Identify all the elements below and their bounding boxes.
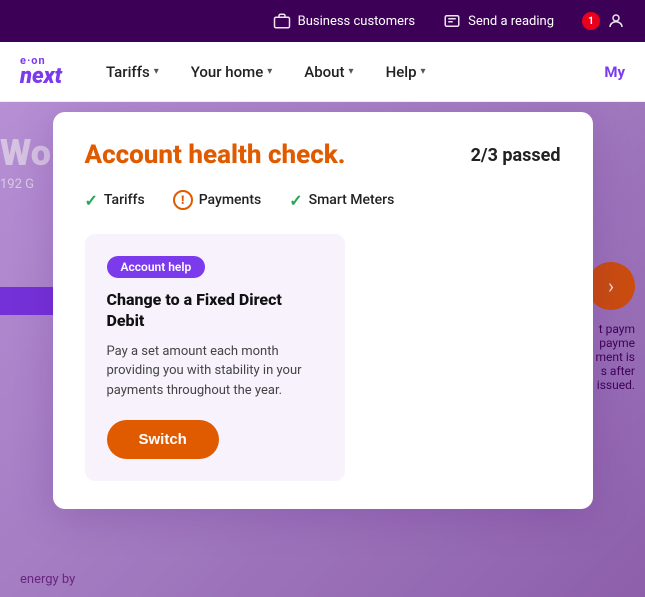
nav-tariffs[interactable]: Tariffs ▾ (92, 55, 173, 89)
about-label: About (304, 63, 344, 81)
account-help-card: Account help Change to a Fixed Direct De… (85, 234, 345, 481)
nav-about[interactable]: About ▾ (290, 55, 367, 89)
nav-your-home[interactable]: Your home ▾ (177, 55, 287, 89)
account-health-modal: Account health check. 2/3 passed ✓ Tarif… (53, 112, 593, 509)
briefcase-icon (273, 12, 291, 30)
check-item-smart-meters: ✓ Smart Meters (289, 191, 394, 210)
tariffs-check-label: Tariffs (104, 192, 145, 208)
nav-items: Tariffs ▾ Your home ▾ About ▾ Help ▾ (92, 55, 604, 89)
meter-icon (443, 12, 461, 30)
tariffs-check-icon: ✓ (85, 191, 98, 210)
business-customers-link[interactable]: Business customers (273, 12, 415, 30)
smart-meters-check-icon: ✓ (289, 191, 302, 210)
payments-warning-icon: ! (173, 190, 193, 210)
card-title: Change to a Fixed Direct Debit (107, 290, 323, 332)
nav-my-account[interactable]: My (604, 63, 625, 81)
check-item-payments: ! Payments (173, 190, 262, 210)
switch-button[interactable]: Switch (107, 420, 219, 459)
notification-badge: 1 (582, 12, 600, 30)
nav-help[interactable]: Help ▾ (372, 55, 440, 89)
smart-meters-check-label: Smart Meters (309, 192, 395, 208)
logo-next-text: next (20, 66, 62, 88)
help-label: Help (386, 63, 417, 81)
logo[interactable]: e·on next (20, 55, 62, 88)
payments-check-label: Payments (199, 192, 262, 208)
tariffs-chevron-icon: ▾ (154, 66, 159, 77)
your-home-label: Your home (191, 63, 264, 81)
top-bar: Business customers Send a reading 1 (0, 0, 645, 42)
card-description: Pay a set amount each month providing yo… (107, 342, 323, 401)
check-items-row: ✓ Tariffs ! Payments ✓ Smart Meters (85, 190, 561, 210)
check-item-tariffs: ✓ Tariffs (85, 191, 145, 210)
your-home-chevron-icon: ▾ (267, 66, 272, 77)
hero-area: Wo 192 G › t paym payme ment is s after … (0, 102, 645, 597)
notification-area[interactable]: 1 (582, 12, 625, 30)
send-reading-label: Send a reading (468, 14, 554, 29)
account-icon (607, 12, 625, 30)
modal-overlay: Account health check. 2/3 passed ✓ Tarif… (0, 102, 645, 597)
main-nav: e·on next Tariffs ▾ Your home ▾ About ▾ … (0, 42, 645, 102)
modal-title: Account health check. (85, 140, 346, 170)
send-reading-link[interactable]: Send a reading (443, 12, 554, 30)
modal-header: Account health check. 2/3 passed (85, 140, 561, 170)
about-chevron-icon: ▾ (349, 66, 354, 77)
business-customers-label: Business customers (298, 14, 415, 29)
card-badge: Account help (107, 256, 206, 278)
tariffs-label: Tariffs (106, 63, 150, 81)
modal-score: 2/3 passed (471, 145, 561, 166)
help-chevron-icon: ▾ (421, 66, 426, 77)
